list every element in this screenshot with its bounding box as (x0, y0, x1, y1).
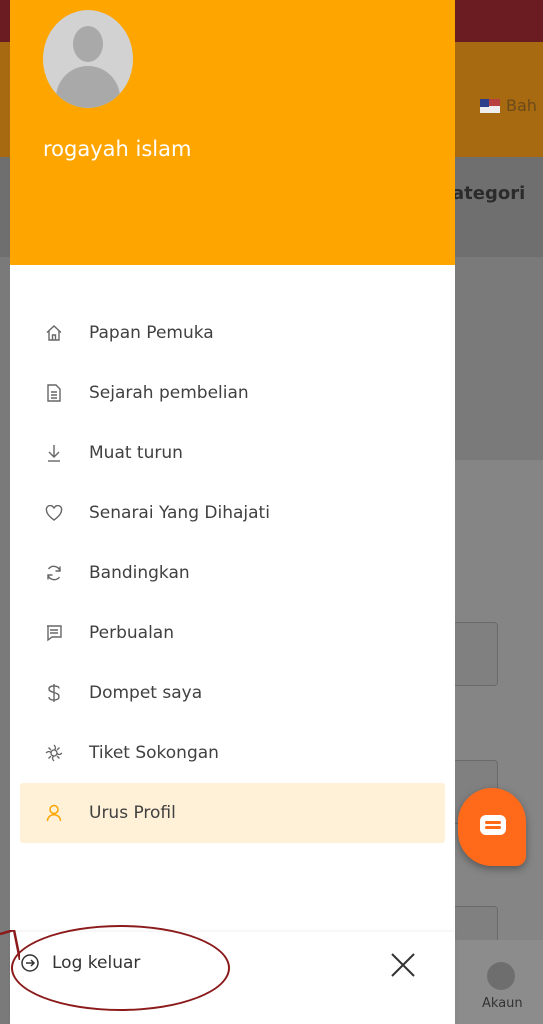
menu-item-bandingkan[interactable]: Bandingkan (20, 543, 445, 603)
avatar-body (56, 66, 120, 108)
language-selector[interactable]: Bah (480, 96, 537, 115)
menu-item-perbualan[interactable]: Perbualan (20, 603, 445, 663)
content-card (455, 460, 543, 940)
annotation-mark (0, 930, 20, 960)
menu-item-label: Bandingkan (89, 563, 190, 583)
close-button[interactable] (386, 948, 420, 982)
drawer-header: rogayah islam (10, 0, 455, 265)
menu-item-senarai-yang-dihajati[interactable]: Senarai Yang Dihajati (20, 483, 445, 543)
chat-fab-button[interactable] (458, 788, 526, 866)
malaysia-flag-icon (480, 98, 500, 113)
close-icon (391, 953, 415, 977)
menu-item-label: Urus Profil (89, 803, 176, 823)
chat-icon (480, 815, 506, 835)
menu-item-label: Sejarah pembelian (89, 383, 249, 403)
category-label[interactable]: ategori (452, 183, 525, 204)
dollar-icon (44, 683, 64, 703)
menu-item-label: Papan Pemuka (89, 323, 214, 343)
home-icon (44, 323, 64, 343)
refresh-icon (44, 563, 64, 583)
heart-icon (44, 503, 64, 523)
menu-item-label: Senarai Yang Dihajati (89, 503, 270, 523)
menu-item-papan-pemuka[interactable]: Papan Pemuka (20, 303, 445, 363)
menu-item-tiket-sokongan[interactable]: Tiket Sokongan (20, 723, 445, 783)
side-drawer: rogayah islam Papan Pemuka Sejarah pembe… (10, 0, 455, 1024)
download-icon (44, 443, 64, 463)
avatar[interactable] (43, 10, 133, 108)
menu-item-urus-profil[interactable]: Urus Profil (20, 783, 445, 843)
account-icon[interactable] (487, 962, 515, 990)
user-name: rogayah islam (43, 137, 192, 161)
avatar-head (73, 26, 103, 62)
menu-item-dompet-saya[interactable]: Dompet saya (20, 663, 445, 723)
language-label: Bah (506, 96, 537, 115)
menu-item-label: Muat turun (89, 443, 183, 463)
menu-item-sejarah-pembelian[interactable]: Sejarah pembelian (20, 363, 445, 423)
menu-item-label: Dompet saya (89, 683, 203, 703)
chat-icon (44, 623, 64, 643)
menu-item-label: Perbualan (89, 623, 174, 643)
support-icon (44, 743, 64, 763)
menu-item-label: Tiket Sokongan (89, 743, 219, 763)
user-icon (44, 803, 64, 823)
account-label[interactable]: Akaun (482, 996, 523, 1011)
annotation-circle (11, 925, 230, 1011)
document-icon (44, 383, 64, 403)
menu-item-muat-turun[interactable]: Muat turun (20, 423, 445, 483)
